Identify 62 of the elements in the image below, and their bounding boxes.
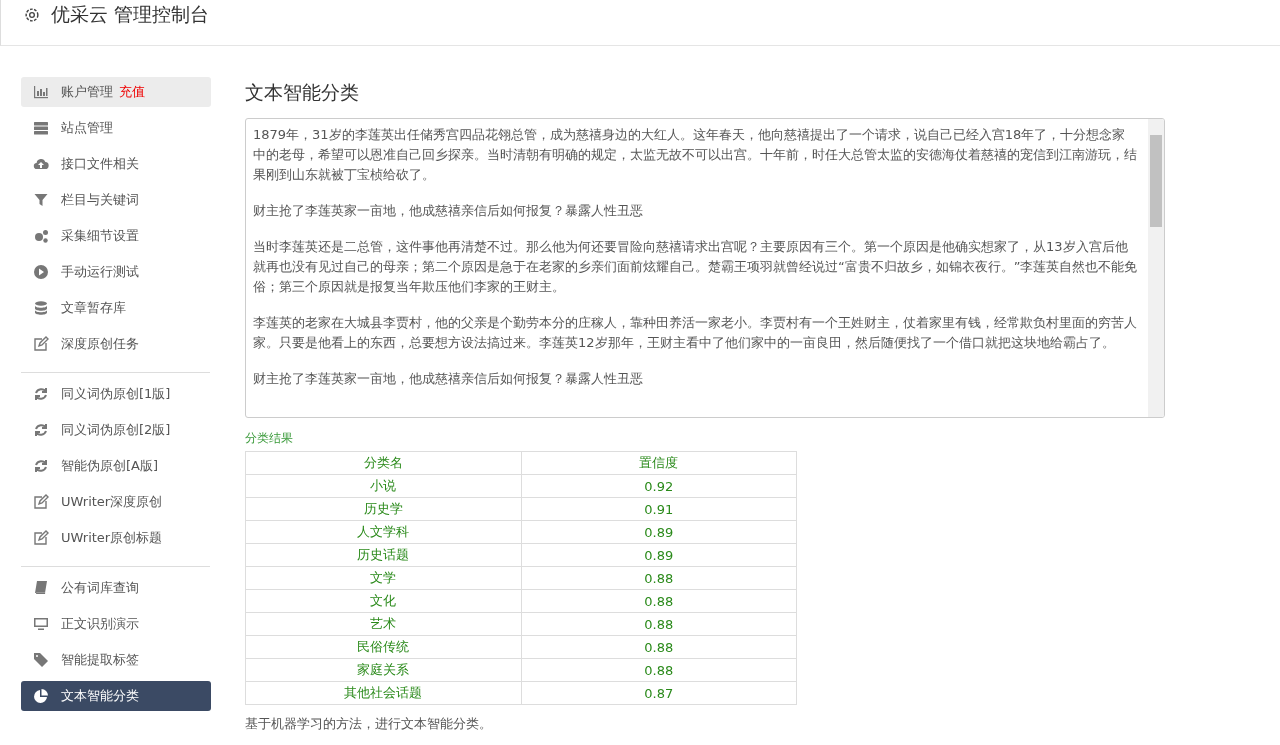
refresh-icon — [33, 458, 49, 474]
page-heading: 文本智能分类 — [245, 80, 360, 105]
table-cell: 0.88 — [521, 612, 797, 636]
refresh-icon — [33, 422, 49, 438]
table-cell: 0.87 — [521, 681, 797, 705]
column-header: 置信度 — [521, 451, 797, 475]
table-cell: 艺术 — [245, 612, 521, 636]
server-icon — [33, 120, 49, 136]
table-cell: 0.91 — [521, 497, 797, 521]
pie-icon — [33, 688, 49, 704]
result-label: 分类结果 — [245, 430, 294, 447]
sidebar-item[interactable]: 同义词伪原创[1版] — [21, 379, 211, 409]
table-cell: 0.88 — [521, 589, 797, 613]
sidebar-item[interactable]: UWriter原创标题 — [21, 523, 211, 553]
edit-icon — [33, 336, 49, 352]
cloud-icon — [33, 156, 49, 172]
book-icon — [33, 580, 49, 596]
sidebar-item[interactable]: 同义词伪原创[2版] — [21, 415, 211, 445]
table-cell: 0.88 — [521, 635, 797, 659]
console-title: 优采云 管理控制台 — [51, 2, 210, 27]
sidebar-item[interactable]: 深度原创任务 — [21, 329, 211, 359]
sidebar-item[interactable]: 正文识别演示 — [21, 609, 211, 639]
sidebar-item[interactable]: 采集细节设置 — [21, 221, 211, 251]
sidebar-item[interactable]: 账户管理 充值 — [21, 77, 211, 107]
sidebar-item[interactable]: 智能伪原创[A版] — [21, 451, 211, 481]
table-cell: 文化 — [245, 589, 521, 613]
table-cell: 人文学科 — [245, 520, 521, 544]
sidebar-item[interactable]: 文章暂存库 — [21, 293, 211, 323]
table-cell: 历史学 — [245, 497, 521, 521]
chart-icon — [33, 84, 49, 100]
sidebar-item[interactable]: 公有词库查询 — [21, 573, 211, 603]
table-cell: 其他社会话题 — [245, 681, 521, 705]
table-cell: 民俗传统 — [245, 635, 521, 659]
play-icon — [33, 264, 49, 280]
tag-icon — [33, 652, 49, 668]
filter-icon — [33, 192, 49, 208]
description-text: 基于机器学习的方法，进行文本智能分类。 — [245, 715, 493, 733]
text-input-area[interactable]: 1879年，31岁的李莲英出任储秀宫四品花翎总管，成为慈禧身边的大红人。这年春天，他向慈禧提出了一个请求，说自己已经入宫18年了，十分想念家中的老母，希望可以恩准自己回乡探亲。当时清朝有明确的规定，太监无故不可以出宫。十年前，时任大总管太监的安德海仗着慈禧的宠信到江南游玩，结果刚到山东就被丁宝桢给砍了。 财主抢了李莲英家一亩地，他成慈禧亲信后如何报复？暴露人性丑恶 当时李莲英还是二总管，这件事他再清楚不过。那么他为何还要冒险向慈禧请求出宫呢？主要原因有三个。第一个原因是他确实想家了，从13岁入宫后他就再也没有见过自己的母亲；第二个原因是急于在老家的乡亲们面前炫耀自己。楚霸王项羽就曾经说过“富贵不归故乡，如锦衣夜行。”李莲英自然也不能免俗；第三个原因就是报复当年欺压他们李家的王财主。 李莲英的老家在大城县李贾村，他的父亲是个勤劳本分的庄稼人，靠种田养活一家老小。李贾村有一个王姓财主，仗着家里有钱，经常欺负村里面的穷苦人家。只要是他看上的东西，总要想方设法搞过来。李莲英12岁那年，王财主看中了他们家中的一亩良田，然后随便找了一个借口就把这块地给霸占了。 财主抢了李莲英家一亩地，他成慈禧亲信后如何报复？暴露人性丑恶 — [245, 118, 1165, 418]
sidebar-item[interactable]: UWriter深度原创 — [21, 487, 211, 517]
table-cell: 小说 — [245, 474, 521, 498]
table-cell: 历史话题 — [245, 543, 521, 567]
table-cell: 0.92 — [521, 474, 797, 498]
table-cell: 文学 — [245, 566, 521, 590]
database-icon — [33, 300, 49, 316]
table-cell: 0.89 — [521, 543, 797, 567]
settings-icon — [23, 6, 41, 24]
table-cell: 家庭关系 — [245, 658, 521, 682]
recharge-link[interactable]: 充值 — [119, 83, 145, 101]
table-cell: 0.89 — [521, 520, 797, 544]
sidebar-item[interactable]: 接口文件相关 — [21, 149, 211, 179]
sidebar-item[interactable]: 手动运行测试 — [21, 257, 211, 287]
sidebar-item[interactable]: 文本智能分类 — [21, 681, 211, 711]
table-cell: 0.88 — [521, 658, 797, 682]
sidebar-item[interactable]: 智能提取标签 — [21, 645, 211, 675]
sidebar-item[interactable]: 栏目与关键词 — [21, 185, 211, 215]
table-cell: 0.88 — [521, 566, 797, 590]
edit-icon — [33, 530, 49, 546]
column-header: 分类名 — [245, 451, 521, 475]
monitor-icon — [33, 616, 49, 632]
refresh-icon — [33, 386, 49, 402]
sidebar-item[interactable]: 站点管理 — [21, 113, 211, 143]
edit-icon — [33, 494, 49, 510]
